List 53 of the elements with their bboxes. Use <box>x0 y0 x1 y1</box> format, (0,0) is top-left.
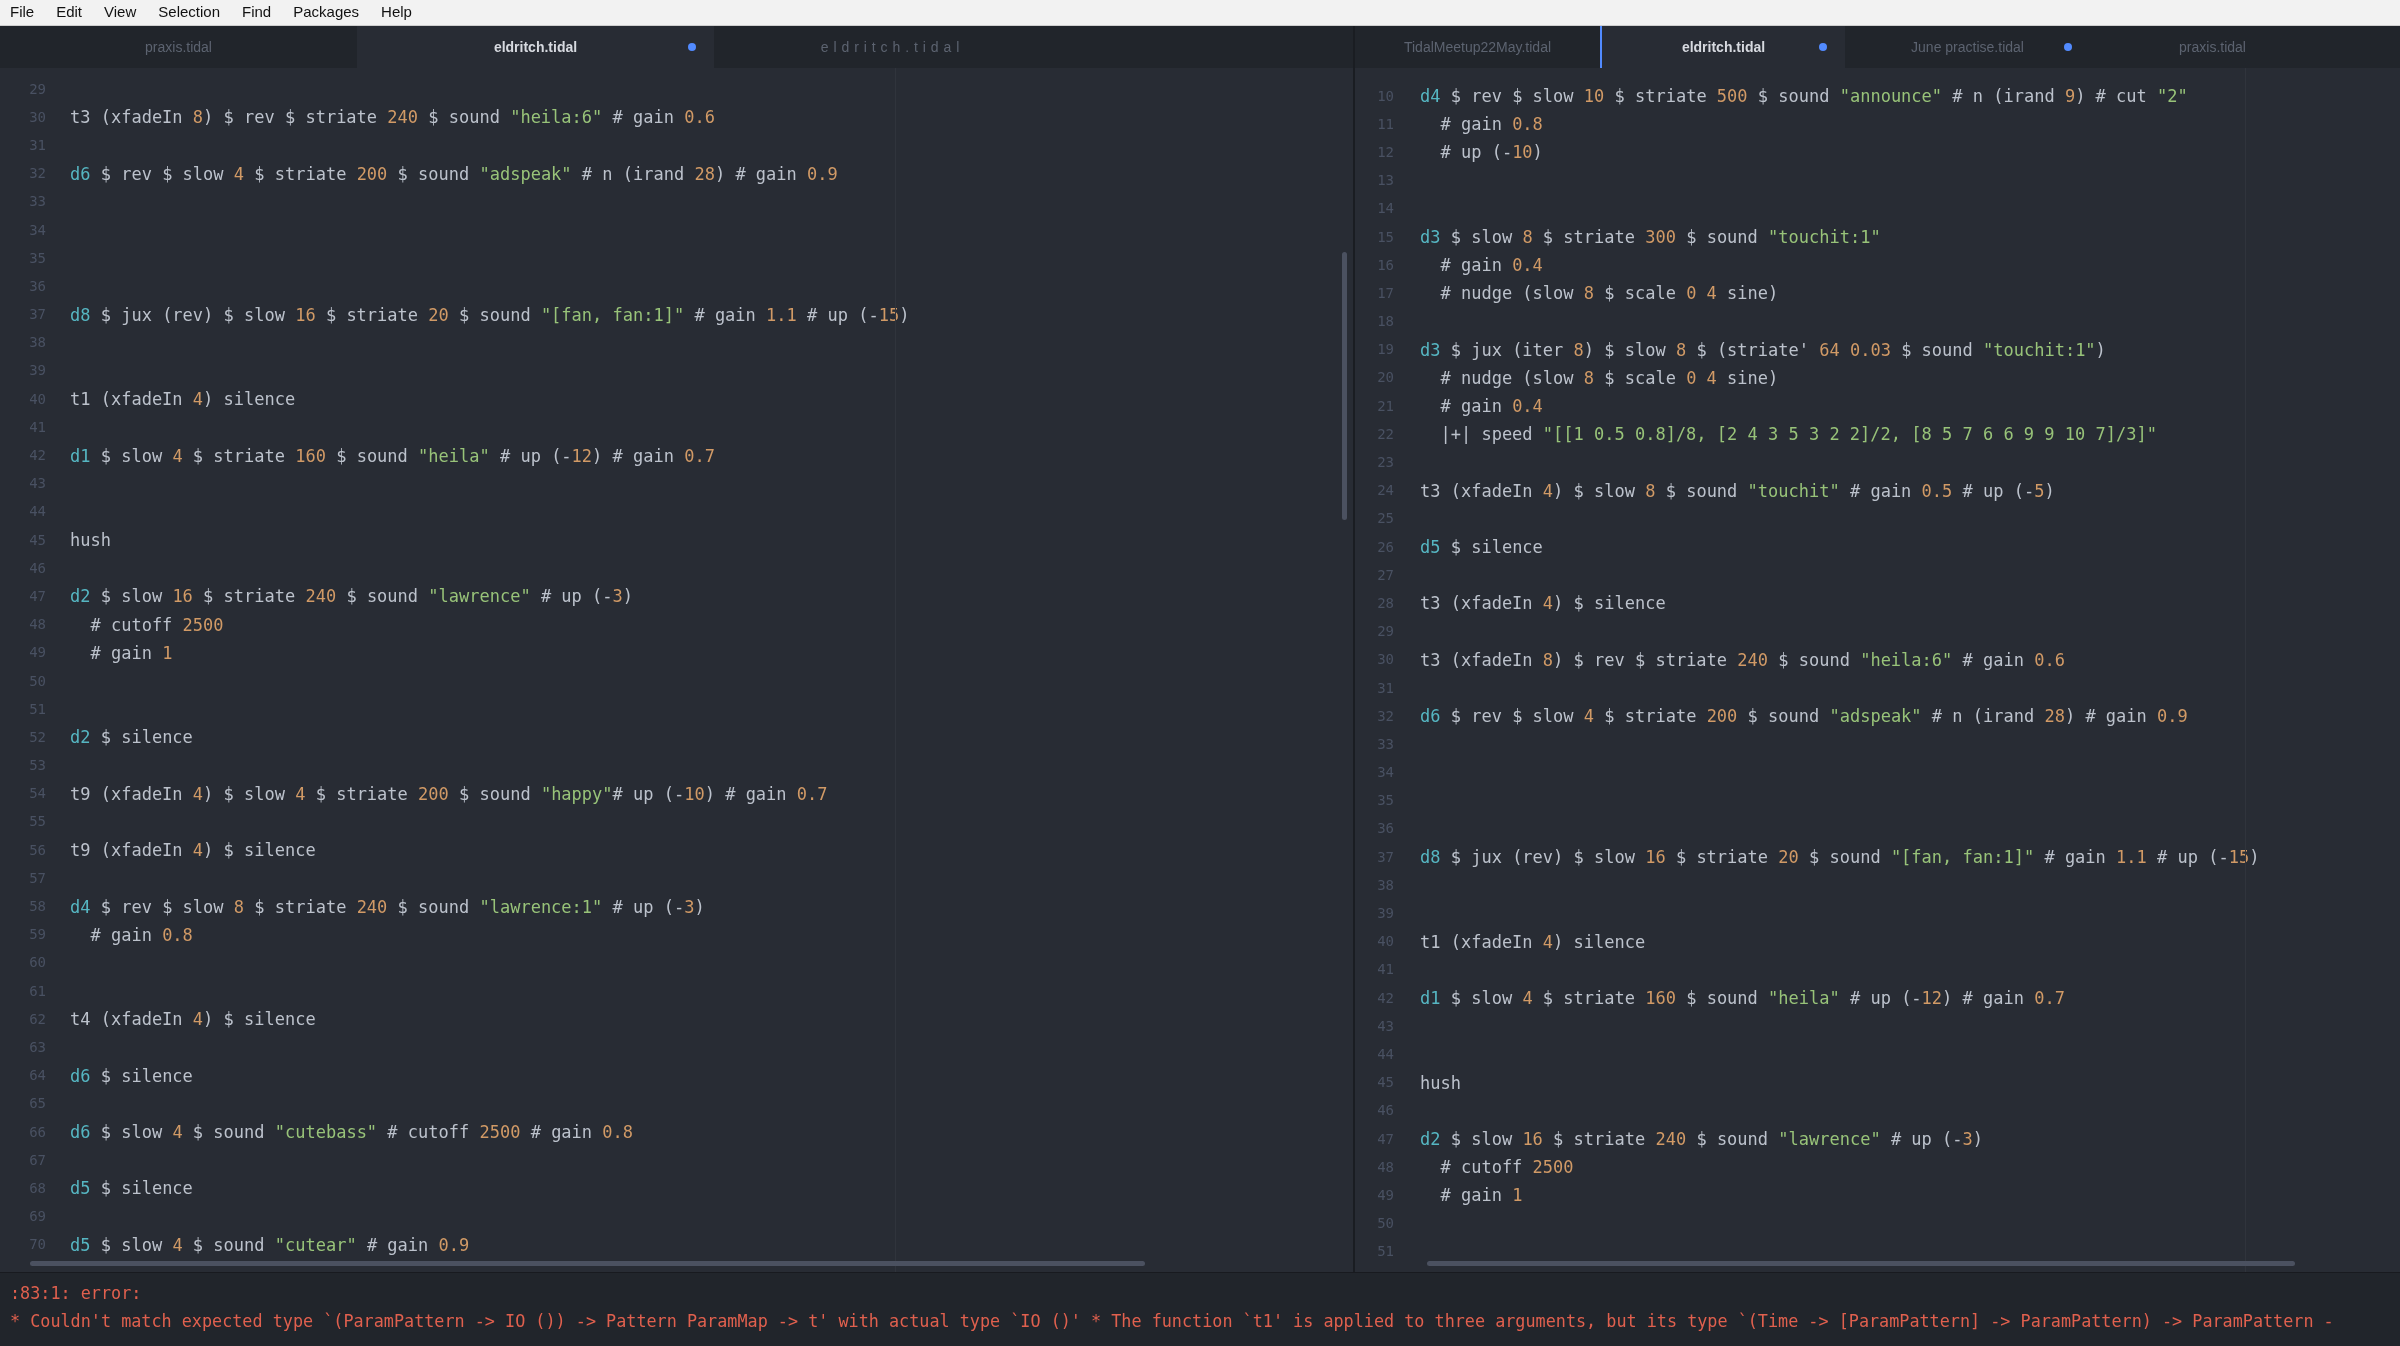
code-line: t3 (xfadeIn 4) $ slow 8 $ sound "touchit" # gain 0.5 # up (-5) <box>1420 479 2055 503</box>
code-line: |+| speed "[[1 0.5 0.8]/8, [2 4 3 5 3 2 2]/2, [8 5 7 6 6 9 9 10 7]/3]" <box>1439 423 2157 447</box>
code-line: d6 $ rev $ slow 4 $ striate 200 $ sound "adspeak" # n (irand 28) # gain 0.9 <box>70 162 838 186</box>
code-line: d1 $ slow 4 $ striate 160 $ sound "heila" # up (-12) # gain 0.7 <box>70 444 715 468</box>
menu-item[interactable]: Edit <box>56 1 83 24</box>
code-line: # nudge (slow 8 $ scale 0 4 sine) <box>1439 282 1779 306</box>
code-line: d6 $ rev $ slow 4 $ striate 200 $ sound "adspeak" # n (irand 28) # gain 0.9 <box>1420 705 2188 729</box>
code-line: # gain 0.8 <box>1439 113 1543 137</box>
scrollbar-thumb[interactable] <box>1427 1261 2295 1266</box>
code-line: hush <box>70 529 111 553</box>
code-line: d2 $ slow 16 $ striate 240 $ sound "lawrence" # up (-3) <box>70 585 634 609</box>
menu-item[interactable]: View <box>104 1 137 24</box>
code-line: hush <box>1420 1071 1461 1095</box>
code-line: # nudge (slow 8 $ scale 0 4 sine) <box>1439 366 1779 390</box>
menu-item[interactable]: Selection <box>158 1 220 24</box>
code-line: t1 (xfadeIn 4) silence <box>1420 930 1646 954</box>
code-line: d6 $ silence <box>70 1064 193 1088</box>
code-line: t9 (xfadeIn 4) $ silence <box>70 839 316 863</box>
code-line: d4 $ rev $ slow 8 $ striate 240 $ sound "lawrence:1" # up (-3) <box>70 895 705 919</box>
code-line: d6 $ slow 4 $ sound "cutebass" # cutoff 2500 # gain 0.8 <box>70 1121 634 1145</box>
scrollbar-thumb[interactable] <box>1342 252 1347 520</box>
code-line: # gain 1 <box>1439 1184 1523 1208</box>
tab[interactable]: eldritch.tidal <box>1600 26 1845 68</box>
code-line: # gain 1 <box>89 641 173 665</box>
code-line: d4 $ rev $ slow 10 $ striate 500 $ sound "announce" # n (irand 9) # cut "2" <box>1420 85 2188 109</box>
code-line: # gain 0.4 <box>1439 254 1543 278</box>
code-line: t3 (xfadeIn 8) $ rev $ striate 240 $ sound "heila:6" # gain 0.6 <box>1420 648 2065 672</box>
code-line: t4 (xfadeIn 4) $ silence <box>70 1008 316 1032</box>
code-line: d2 $ slow 16 $ striate 240 $ sound "lawrence" # up (-3) <box>1420 1128 1984 1152</box>
code-line: # gain 0.8 <box>89 923 193 947</box>
code-line: d5 $ silence <box>1420 536 1543 560</box>
menu-item[interactable]: Find <box>242 1 272 24</box>
code-line: t3 (xfadeIn 8) $ rev $ striate 240 $ sound "heila:6" # gain 0.6 <box>70 106 715 130</box>
code-line: d2 $ silence <box>70 726 193 750</box>
code-line: d5 $ slow 4 $ sound "cutear" # gain 0.9 <box>70 1233 470 1257</box>
scrollbar-thumb[interactable] <box>30 1261 1145 1266</box>
code-line: # up (-10) <box>1439 141 1543 165</box>
tab[interactable]: eldritch.tidal <box>357 26 714 68</box>
code-line: # cutoff 2500 <box>89 613 224 637</box>
code-line: t3 (xfadeIn 4) $ silence <box>1420 592 1666 616</box>
code-line: t1 (xfadeIn 4) silence <box>70 388 296 412</box>
menu-item[interactable]: Help <box>381 1 412 24</box>
code-line: # gain 0.4 <box>1439 395 1543 419</box>
code-line: d3 $ jux (iter 8) $ slow 8 $ (striate' 64 0.03 $ sound "touchit:1") <box>1420 338 2106 362</box>
code-line: d1 $ slow 4 $ striate 160 $ sound "heila" # up (-12) # gain 0.7 <box>1420 987 2065 1011</box>
menu-item[interactable]: File <box>10 1 35 24</box>
code-line: d3 $ slow 8 $ striate 300 $ sound "touchit:1" <box>1420 226 1881 250</box>
code-line: t9 (xfadeIn 4) $ slow 4 $ striate 200 $ sound "happy"# up (-10) # gain 0.7 <box>70 782 828 806</box>
menu-item[interactable]: Packages <box>293 1 360 24</box>
error-message: :83:1: error: <box>10 1282 142 1305</box>
code-line: # cutoff 2500 <box>1439 1156 1574 1180</box>
code-line: d5 $ silence <box>70 1177 193 1201</box>
error-message: * Couldn't match expected type `(ParamPattern -> IO ()) -> Pattern ParamMap -> t' with actual type `IO ()' * The function `t1' is applied to three arguments, but its type `(Time -> [ParamPattern] -> ParamPattern) -> ParamPattern - <box>10 1310 2334 1333</box>
